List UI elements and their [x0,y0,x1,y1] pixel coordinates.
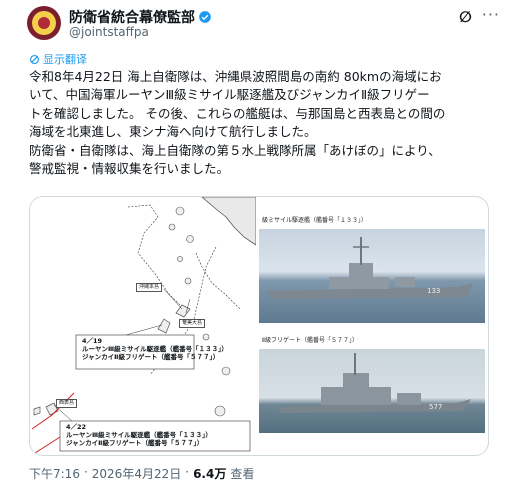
emblem-icon [32,11,56,35]
map-image[interactable]: 沖縄本島 奄美大島 西表島 4／19 ルーヤンⅢ級ミサイル駆逐艦（艦番号「１３３… [30,197,256,455]
translate-label[interactable]: 显示翻译 [43,51,87,67]
svg-text:133: 133 [427,287,440,295]
avatar[interactable] [27,6,61,40]
photo2-caption: Ⅱ級フリゲート（艦番号「５７７」） [262,337,358,344]
meta-separator: · [83,465,88,479]
callout-apr19: 4／19 ルーヤンⅢ級ミサイル駆逐艦（艦番号「１３３」） ジャンカイⅡ級フリゲー… [82,337,228,361]
translate-icon [29,54,40,64]
svg-text:577: 577 [429,403,442,411]
map-graphic [31,197,256,455]
callout1-ship1: ルーヤンⅢ級ミサイル駆逐艦（艦番号「１３３」） [82,345,228,353]
callout2-ship2: ジャンカイⅡ級フリゲート（艦番号「５７７」） [66,439,204,447]
frigate-ship-icon: 577 [277,353,471,413]
label-okinawa: 沖縄本島 [136,283,163,292]
handle[interactable]: @jointstaffpa [69,25,149,39]
more-options-icon[interactable]: ··· [482,5,500,24]
tweet-meta: 下午7:16 · 2026年4月22日 · 6.4万 查看 [29,465,254,482]
callout2-date: 4／22 [66,423,87,431]
translate-link[interactable]: 显示翻译 [29,51,87,67]
photo-panel[interactable]: 級ミサイル駆逐艦（艦番号「１３３」） 133 Ⅱ級フリゲート（艦番号「５７７」）… [256,197,488,455]
photo1-caption: 級ミサイル駆逐艦（艦番号「１３３」） [262,217,368,224]
callout-apr22: 4／22 ルーヤンⅢ級ミサイル駆逐艦（艦番号「１３３」） ジャンカイⅡ級フリゲー… [66,423,212,447]
display-name[interactable]: 防衛省統合幕僚監部 [69,7,195,27]
verified-badge-icon [198,10,212,24]
views-count: 6.4万 [193,467,227,481]
post-date[interactable]: 2026年4月22日 [92,465,181,482]
frigate-photo[interactable]: 577 [259,349,485,433]
callout2-ship1: ルーヤンⅢ級ミサイル駆逐艦（艦番号「１３３」） [66,431,212,439]
label-iriomote: 西表島 [56,399,78,408]
destroyer-photo[interactable]: 133 [259,229,485,323]
callout1-ship2: ジャンカイⅡ級フリゲート（艦番号「５７７」） [82,353,220,361]
destroyer-ship-icon: 133 [267,237,473,299]
tweet-media[interactable]: 沖縄本島 奄美大島 西表島 4／19 ルーヤンⅢ級ミサイル駆逐艦（艦番号「１３３… [29,196,489,456]
label-amami: 奄美大島 [179,319,206,328]
author-name-row: 防衛省統合幕僚監部 [69,7,212,27]
grok-icon[interactable]: ∅ [459,8,472,26]
callout1-date: 4／19 [82,337,103,345]
views-label: 查看 [230,467,255,481]
tweet-text: 令和8年4月22日 海上自衛隊は、沖縄県波照間島の南約 80kmの海域にお いて… [29,69,446,177]
tweet-header: 防衛省統合幕僚監部 @jointstaffpa ∅ ··· [27,4,502,42]
meta-separator: · [185,465,190,479]
post-time[interactable]: 下午7:16 [29,465,80,482]
